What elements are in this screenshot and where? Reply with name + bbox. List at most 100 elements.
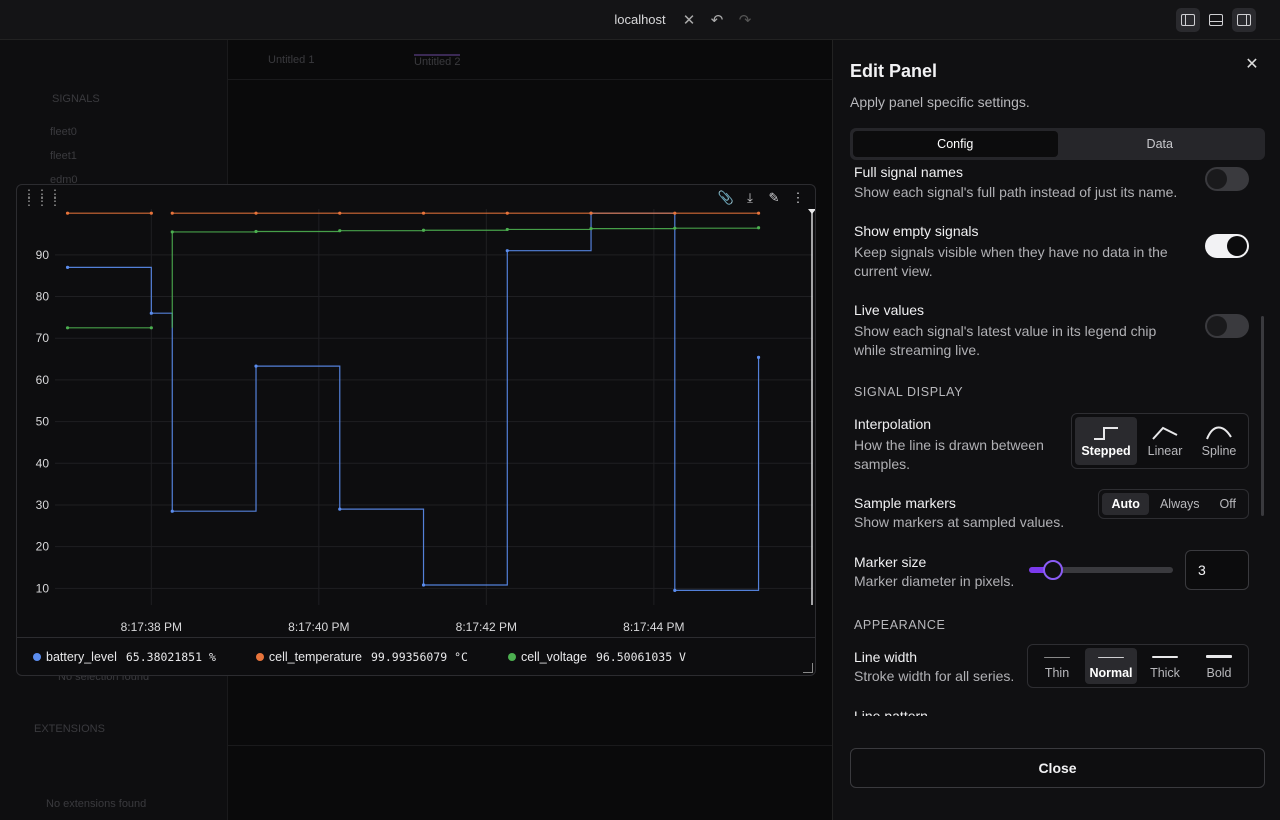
interp-linear-label: Linear <box>1147 444 1183 458</box>
tab-data[interactable]: Data <box>1058 131 1263 157</box>
close-icon[interactable]: ✕ <box>680 11 698 29</box>
legend-item-cell-temperature[interactable]: cell_temperature 99.99356079 °C <box>255 650 468 664</box>
setting-marker-size: Marker size Marker diameter in pixels. 3 <box>854 550 1249 591</box>
attach-icon[interactable]: 📎 <box>717 189 735 207</box>
tree-item: fleet0 <box>50 126 77 138</box>
line-width-thin-button[interactable]: Thin <box>1031 648 1083 684</box>
data-point-battery_level <box>505 249 509 253</box>
close-icon[interactable]: ✕ <box>1242 55 1262 75</box>
normal-line-icon <box>1098 656 1124 658</box>
redo-icon[interactable]: ↷ <box>736 11 754 29</box>
data-point-cell_temperature <box>505 211 509 215</box>
markers-off-button[interactable]: Off <box>1211 493 1245 515</box>
setting-line-width: Line width Stroke width for all series. … <box>854 644 1249 688</box>
markers-always-button[interactable]: Always <box>1151 493 1209 515</box>
line-width-bold-button[interactable]: Bold <box>1193 648 1245 684</box>
x-tick-label: 8:17:44 PM <box>623 620 684 634</box>
x-tick-label: 8:17:38 PM <box>121 620 182 634</box>
resize-handle[interactable] <box>803 663 813 673</box>
marker-size-slider[interactable] <box>1029 560 1173 580</box>
setting-desc: Show each signal's full path instead of … <box>854 184 1178 200</box>
edit-panel-drawer: Edit Panel Apply panel specific settings… <box>832 40 1280 820</box>
data-point-cell_temperature <box>338 211 342 215</box>
interp-linear-button[interactable]: Linear <box>1139 417 1191 465</box>
settings-scroll-area[interactable]: Full signal names Show each signal's ful… <box>833 164 1265 716</box>
data-point-battery_level <box>254 364 258 368</box>
more-icon[interactable]: ⋮ <box>789 189 807 207</box>
toggle-knob <box>1227 236 1247 256</box>
y-tick-label: 90 <box>36 248 50 262</box>
toggle-knob <box>1207 169 1227 189</box>
title-bar: localhost ✕ ↶ ↷ <box>0 0 1280 40</box>
interp-spline-button[interactable]: Spline <box>1193 417 1245 465</box>
setting-sample-markers: Sample markers Show markers at sampled v… <box>854 489 1249 532</box>
thick-line-icon <box>1152 656 1178 658</box>
y-tick-label: 20 <box>36 540 50 554</box>
interpolation-selector: Stepped Linear Spline <box>1071 413 1249 469</box>
download-icon[interactable]: ⤓ <box>741 189 759 207</box>
legend-item-cell-voltage[interactable]: cell_voltage 96.50061035 V <box>507 650 686 664</box>
empty-signals-toggle[interactable] <box>1205 234 1249 258</box>
drawer-tabs: Config Data <box>850 128 1265 160</box>
setting-title: Show empty signals <box>854 223 979 239</box>
x-tick-label: 8:17:40 PM <box>288 620 349 634</box>
right-sidebar-icon <box>1237 14 1251 26</box>
setting-interpolation: Interpolation How the line is drawn betw… <box>854 413 1249 474</box>
toggle-knob <box>1207 316 1227 336</box>
chart-panel: ⋮⋮⋮ ⋮⋮⋮ 📎 ⤓ ✎ ⋮ 90 80 70 60 50 40 30 20 10 8:17:38… <box>16 184 816 676</box>
legend-value: 65.38021851 % <box>125 649 216 664</box>
full-names-toggle[interactable] <box>1205 167 1249 191</box>
line-width-normal-button[interactable]: Normal <box>1085 648 1137 684</box>
data-point-battery_level <box>149 311 153 315</box>
y-tick-label: 30 <box>36 498 50 512</box>
toggle-left-sidebar-button[interactable] <box>1176 8 1200 32</box>
close-button[interactable]: Close <box>850 748 1265 788</box>
sidebar-section-label: SIGNALS <box>52 93 100 105</box>
data-point-cell_temperature <box>149 211 153 215</box>
undo-icon[interactable]: ↶ <box>708 11 726 29</box>
setting-live-values: Live values Show each signal's latest va… <box>854 302 1249 360</box>
line-width-thick-button[interactable]: Thick <box>1139 648 1191 684</box>
spline-icon <box>1206 426 1232 440</box>
interp-spline-label: Spline <box>1201 444 1237 458</box>
live-cursor-marker <box>808 209 815 214</box>
toggle-right-sidebar-button[interactable] <box>1232 8 1256 32</box>
data-point-cell_voltage <box>756 226 761 230</box>
data-point-battery_level <box>338 507 342 511</box>
x-tick-label: 8:17:42 PM <box>456 620 517 634</box>
setting-line-pattern: Line pattern <box>854 708 1249 716</box>
legend-dot <box>255 652 264 661</box>
marker-size-input[interactable]: 3 <box>1185 550 1249 590</box>
drawer-title: Edit Panel <box>850 61 938 81</box>
section-signal-display: SIGNAL DISPLAY <box>854 385 964 399</box>
live-values-toggle[interactable] <box>1205 314 1249 338</box>
legend-item-battery-level[interactable]: battery_level 65.38021851 % <box>33 650 216 664</box>
markers-auto-button[interactable]: Auto <box>1102 493 1149 515</box>
drag-handle-icon[interactable]: ⋮⋮⋮ ⋮⋮⋮ <box>23 188 61 207</box>
extensions-section-label: EXTENSIONS <box>34 723 105 735</box>
left-sidebar-icon <box>1181 14 1195 26</box>
tab-untitled-2: Untitled 2 <box>414 54 461 68</box>
tree-item: fleet1 <box>50 150 77 162</box>
toggle-bottom-panel-button[interactable] <box>1204 8 1228 32</box>
y-tick-label: 50 <box>36 415 50 429</box>
linear-icon <box>1152 426 1178 440</box>
setting-full-names: Full signal names Show each signal's ful… <box>854 164 1249 202</box>
data-point-cell_voltage <box>673 226 677 230</box>
y-tick-label: 60 <box>36 373 50 387</box>
panel-toolbar: 📎 ⤓ ✎ ⋮ <box>717 189 807 207</box>
data-point-cell_temperature <box>756 211 761 215</box>
interp-stepped-button[interactable]: Stepped <box>1075 417 1137 465</box>
line-width-label: Thick <box>1150 666 1180 680</box>
stepped-icon <box>1094 427 1118 440</box>
tab-config[interactable]: Config <box>853 131 1058 157</box>
line-chart[interactable]: 90 80 70 60 50 40 30 20 10 8:17:38 PM 8:17:40 PM 8:… <box>17 209 815 637</box>
data-point-battery_level <box>65 265 70 269</box>
data-point-cell_temperature <box>254 211 258 215</box>
bold-line-icon <box>1206 655 1232 658</box>
data-point-cell_voltage <box>65 326 70 330</box>
drawer-scrollbar[interactable] <box>1261 316 1264 516</box>
edit-icon[interactable]: ✎ <box>765 189 783 207</box>
data-point-cell_voltage <box>149 326 153 330</box>
series-line-battery_level <box>67 212 760 592</box>
